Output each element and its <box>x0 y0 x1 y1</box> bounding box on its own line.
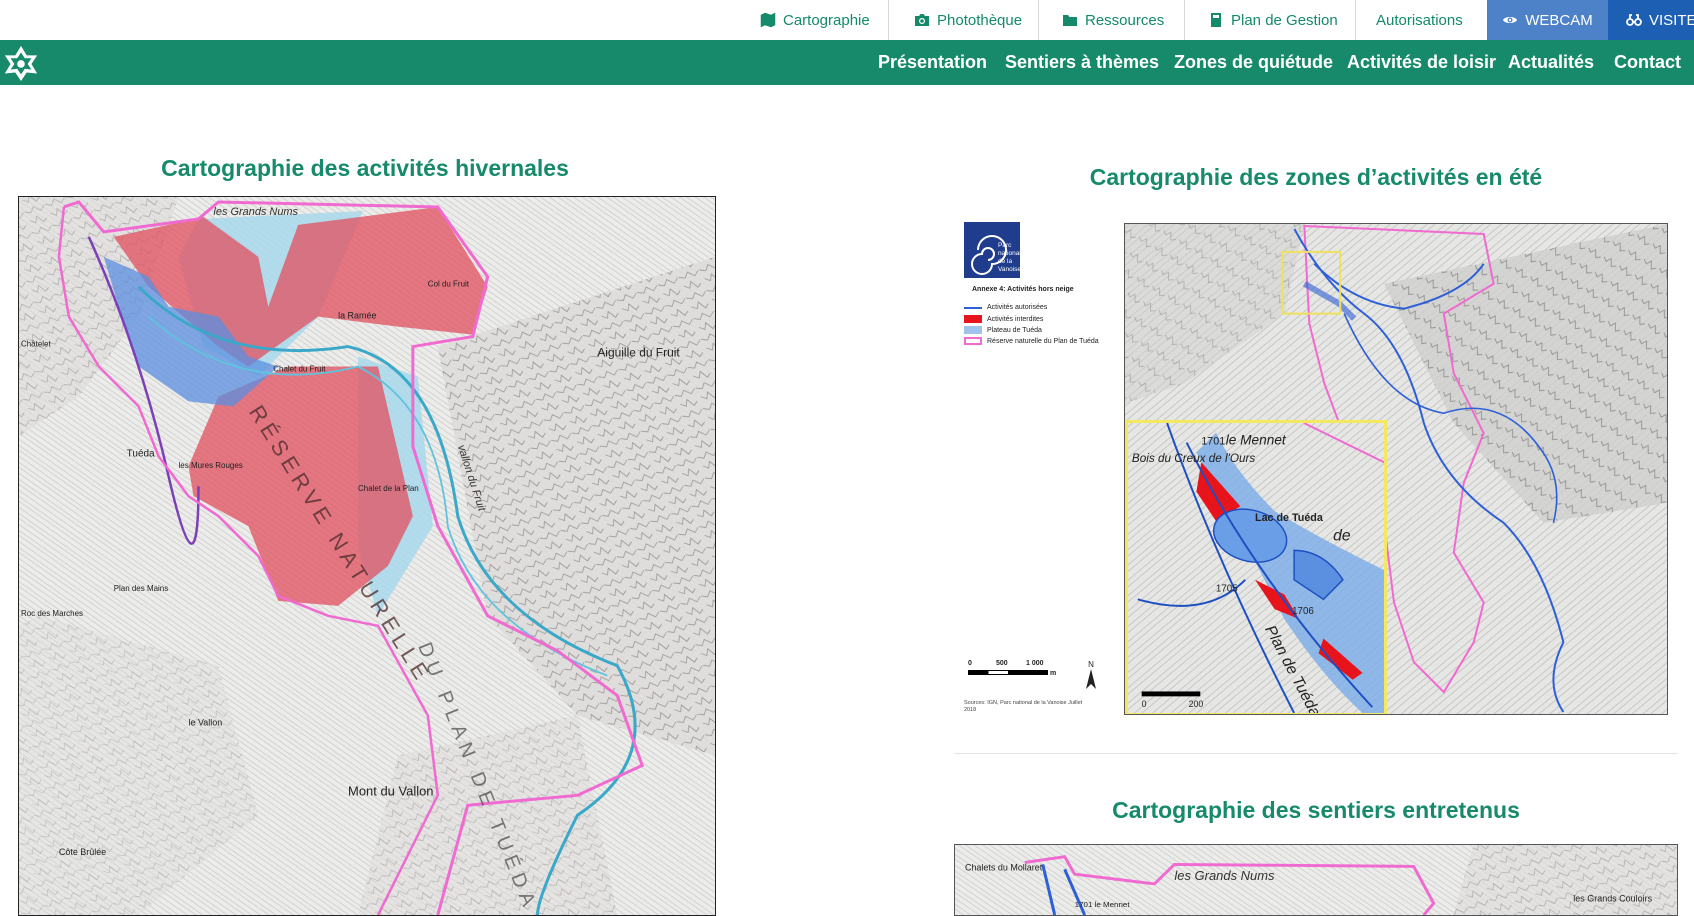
inset-label: 1706 <box>1292 606 1314 617</box>
nav-activites-de-loisir[interactable]: Activités de loisir <box>1347 40 1496 85</box>
separator <box>1038 0 1039 40</box>
separator <box>1184 0 1185 40</box>
map-label: Côte Brûlée <box>59 847 106 857</box>
legend-swatch <box>964 337 982 345</box>
utility-bar: Cartographie Photothèque Ressources Plan… <box>0 0 1694 40</box>
legend-label: Activités autorisées <box>987 304 1048 311</box>
legend-swatch <box>964 315 982 323</box>
utility-link-label: Cartographie <box>783 11 870 29</box>
map-label: Mont du Vallon <box>348 783 433 798</box>
winter-map-title: Cartographie des activités hivernales <box>161 155 569 181</box>
legend-swatch <box>964 306 982 309</box>
legend-item: Plateau de Tuéda <box>964 326 1042 334</box>
inset-label: 1705 <box>1216 584 1238 595</box>
webcam-label: WEBCAM <box>1525 11 1593 29</box>
map-label: les Grands Nums <box>213 206 298 218</box>
nav-contact[interactable]: Contact <box>1614 40 1681 85</box>
parc-vanoise-logo: Parc national de la Vanoise <box>964 222 1021 278</box>
map-label: les Mures Rouges <box>179 461 243 470</box>
utility-link-plan-de-gestion[interactable]: Plan de Gestion <box>1190 0 1356 40</box>
map-label: Aiguille du Fruit <box>597 346 680 360</box>
utility-link-ressources[interactable]: Ressources <box>1044 0 1182 40</box>
map-label: Chalets du Mollaret <box>965 862 1043 872</box>
summer-map-legend: Parc national de la Vanoise Annexe 4: Ac… <box>958 220 1110 720</box>
separator <box>888 0 889 40</box>
nav-sentiers-a-themes[interactable]: Sentiers à thèmes <box>1005 40 1159 85</box>
legend-swatch <box>964 326 982 334</box>
map-sources: Sources: IGN, Parc national de la Vanois… <box>964 700 1083 713</box>
main-navbar: Présentation Sentiers à thèmes Zones de … <box>0 40 1694 85</box>
inset-scale-label: 200 <box>1189 699 1204 709</box>
legend-heading: Annexe 4: Activités hors neige <box>972 286 1074 293</box>
nav-presentation[interactable]: Présentation <box>878 40 987 85</box>
trails-map-title: Cartographie des sentiers entretenus <box>1112 797 1520 823</box>
camera-icon <box>915 14 929 26</box>
scale-unit: m <box>1050 670 1057 677</box>
utility-link-cartographie[interactable]: Cartographie <box>742 0 888 40</box>
winter-activities-map[interactable]: les Grands Nums Aiguille du Fruit RÉSERV… <box>18 196 716 916</box>
map-label: Roc des Marches <box>21 609 83 618</box>
inset-label: Bois du Creux de l'Ours <box>1132 452 1256 465</box>
map-label: les Grands Nums <box>1174 868 1275 883</box>
utility-link-label: Autorisations <box>1376 11 1463 29</box>
map-label: Châtelet <box>21 340 51 349</box>
map-label: Chalet de la Plan <box>358 484 419 493</box>
utility-link-label: Photothèque <box>937 11 1023 29</box>
scale-label: 0 <box>968 660 972 667</box>
summer-map-title: Cartographie des zones d’activités en ét… <box>1089 164 1543 190</box>
north-arrow: N <box>1084 660 1098 691</box>
legend-label: Plateau de Tuéda <box>987 326 1042 334</box>
utility-link-label: Plan de Gestion <box>1231 11 1338 29</box>
folder-icon <box>1063 15 1077 26</box>
map-label: Tuéda <box>127 448 155 459</box>
eye-icon <box>1503 17 1518 23</box>
utility-link-label: Ressources <box>1085 11 1165 29</box>
map-label: les Grands Couloirs <box>1573 893 1652 903</box>
map-label: la Ramée <box>338 311 376 321</box>
binoculars-icon <box>1626 14 1642 26</box>
utility-link-autorisations[interactable]: Autorisations <box>1358 0 1481 40</box>
separator <box>1355 0 1356 40</box>
trails-map[interactable]: Chalets du Mollaret les Grands Nums les … <box>954 844 1678 916</box>
inset-scale-label: 0 <box>1142 699 1147 709</box>
map-label: Plan des Mains <box>114 584 168 593</box>
nav-zones-de-quietude[interactable]: Zones de quiétude <box>1174 40 1333 85</box>
visite-button[interactable]: VISITE <box>1608 0 1694 40</box>
scale-label: 1 000 <box>1026 660 1044 667</box>
legend-item: Activités interdites <box>964 315 1043 323</box>
logo-text: Parc national de la Vanoise <box>998 242 1022 273</box>
map-label: le Vallon <box>189 718 223 728</box>
inset-label: le Mennet <box>1226 433 1287 448</box>
legend-item: Activités autorisées <box>964 304 1047 311</box>
map-label: Chalet du Fruit <box>273 365 326 374</box>
legend-item: Réserve naturelle du Plan de Tuéda <box>964 337 1099 345</box>
section-divider <box>954 753 1678 754</box>
inset-label: Lac de Tuéda <box>1255 512 1324 524</box>
book-icon <box>1211 13 1221 27</box>
site-logo-icon[interactable] <box>2 44 40 82</box>
inset-label: de <box>1333 528 1351 545</box>
map-icon <box>760 12 776 28</box>
summer-map-inset[interactable]: 1701 le Mennet Bois du Creux de l'Ours L… <box>1125 420 1387 714</box>
map-label: Col du Fruit <box>428 280 470 289</box>
nav-actualites[interactable]: Actualités <box>1508 40 1594 85</box>
legend-label: Réserve naturelle du Plan de Tuéda <box>987 337 1099 345</box>
visite-label: VISITE <box>1649 11 1694 29</box>
legend-label: Activités interdites <box>987 315 1044 323</box>
map-label: 1701 le Mennet <box>1075 900 1131 909</box>
webcam-button[interactable]: WEBCAM <box>1487 0 1608 40</box>
scale-label: 500 <box>996 660 1008 667</box>
utility-link-phototheque[interactable]: Photothèque <box>896 0 1040 40</box>
summer-activities-map[interactable]: 1701 le Mennet Bois du Creux de l'Ours L… <box>1124 223 1668 715</box>
north-arrow-icon <box>1086 669 1096 689</box>
inset-label: 1701 <box>1201 436 1225 448</box>
